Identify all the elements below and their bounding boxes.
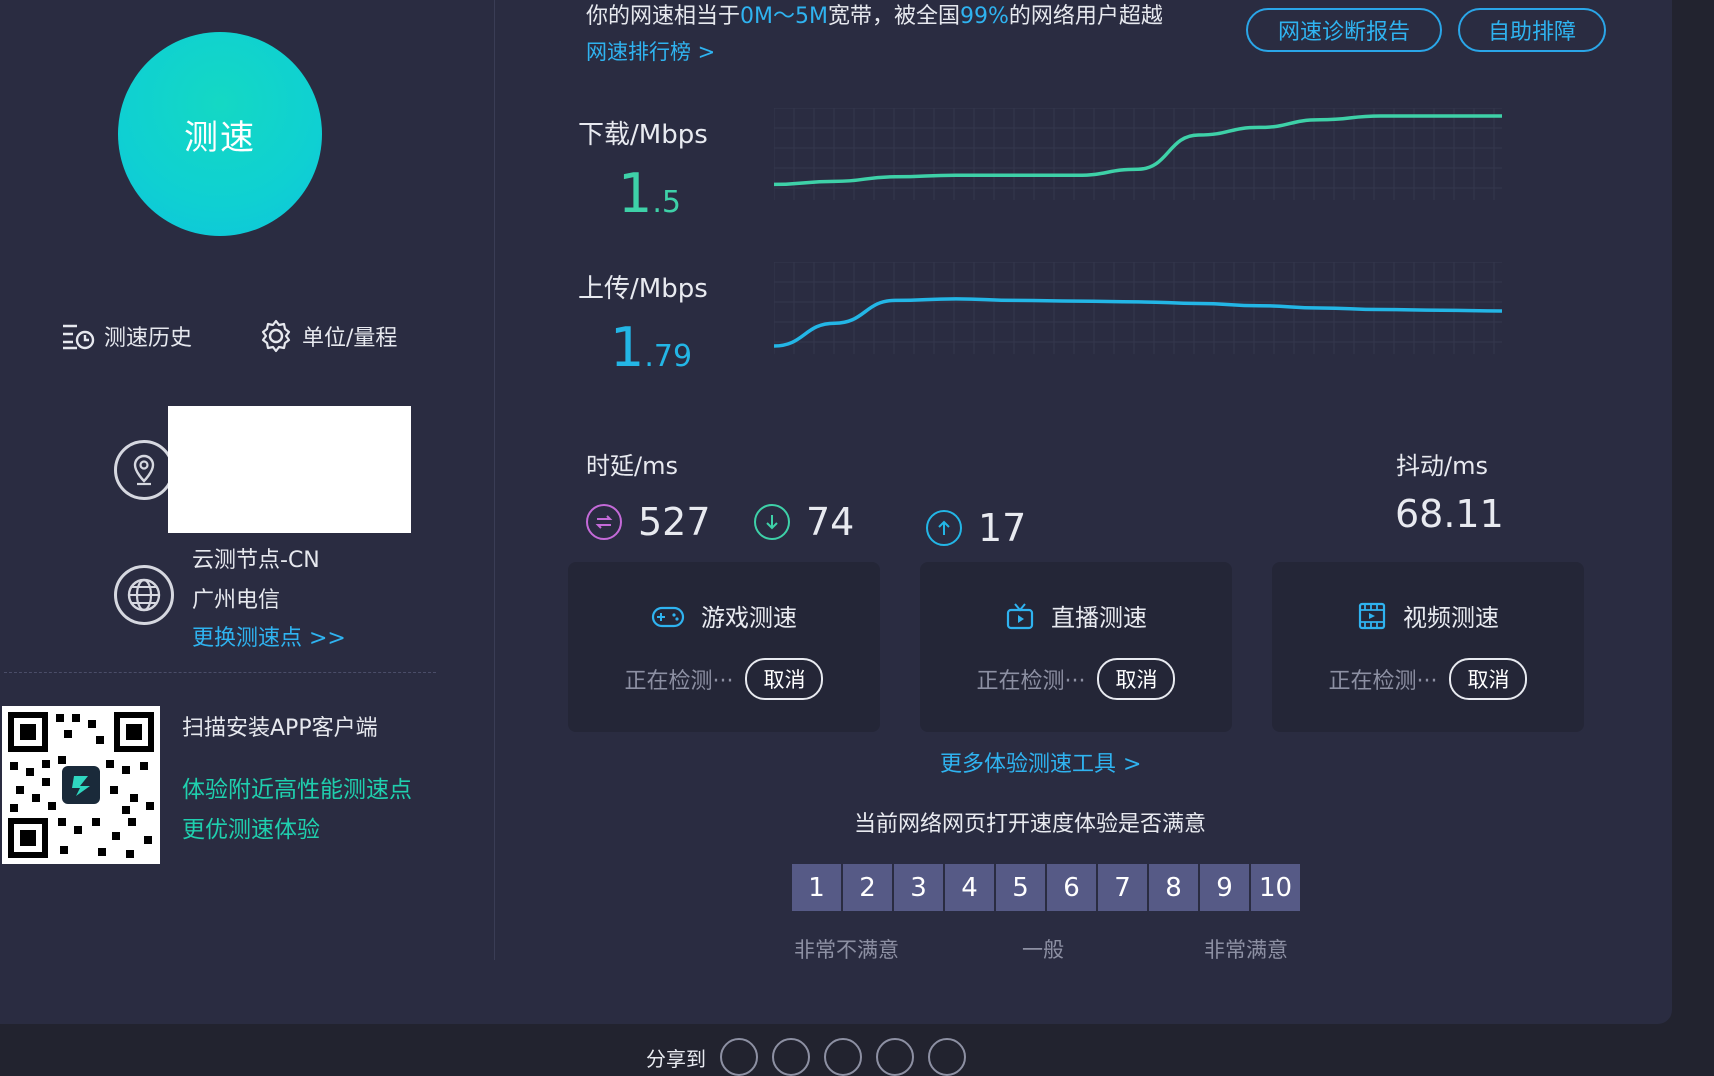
latency-label: 时延/ms	[586, 452, 678, 480]
tv-icon	[1006, 602, 1034, 629]
rating-option-8[interactable]: 8	[1149, 864, 1198, 911]
speed-ranking-text: 你的网速相当于0M～5M宽带，被全国99%的网络用户超越	[586, 4, 1163, 29]
globe-icon	[114, 565, 174, 625]
download-label: 下载/Mbps	[578, 120, 708, 150]
gear-icon	[261, 319, 291, 353]
app-test-status: 正在检测···	[976, 669, 1086, 694]
app-test-status: 正在检测···	[1328, 669, 1438, 694]
cancel-button[interactable]: 取消	[745, 658, 824, 700]
rating-scale: 1 2 3 4 5 6 7 8 9 10	[792, 864, 1300, 911]
copy-link-icon[interactable]	[928, 1038, 966, 1076]
rating-low-label: 非常不满意	[794, 938, 899, 962]
app-test-name: 游戏测速	[701, 604, 797, 632]
start-speed-test-button[interactable]: 测速	[118, 32, 322, 236]
column-divider	[494, 0, 495, 960]
rating-option-5[interactable]: 5	[996, 864, 1045, 911]
rating-option-1[interactable]: 1	[792, 864, 841, 911]
share-label: 分享到	[646, 1046, 706, 1071]
rating-option-4[interactable]: 4	[945, 864, 994, 911]
app-test-status: 正在检测···	[624, 669, 734, 694]
latency-upload-value: 17	[978, 506, 1027, 550]
change-node-link[interactable]: 更换测速点 >>	[192, 620, 346, 652]
speed-history-label: 测速历史	[104, 326, 193, 351]
rating-option-2[interactable]: 2	[843, 864, 892, 911]
node-name: 云测节点-CN	[192, 548, 320, 573]
rating-high-label: 非常满意	[1204, 938, 1288, 962]
exchange-icon	[586, 504, 622, 540]
latency-idle: 527	[586, 500, 711, 544]
survey-question: 当前网络网页打开速度体验是否满意	[854, 812, 1207, 837]
weibo-icon[interactable]	[772, 1038, 810, 1076]
qr-promo-line-2: 更优测速体验	[182, 817, 320, 843]
jitter-value: 68.11	[1395, 492, 1504, 536]
app-test-card-video: 视频测速 正在检测··· 取消	[1272, 562, 1584, 732]
more-tools-link[interactable]: 更多体验测速工具 >	[940, 746, 1141, 778]
diagnosis-report-button[interactable]: 网速诊断报告	[1246, 8, 1442, 52]
cancel-button[interactable]: 取消	[1097, 658, 1176, 700]
upload-label: 上传/Mbps	[578, 274, 708, 304]
latency-download: 74	[754, 500, 854, 544]
app-test-name: 直播测速	[1051, 604, 1147, 632]
redacted-location-box	[168, 406, 411, 533]
download-chart	[774, 108, 1502, 200]
unit-range-link[interactable]: 单位/量程	[258, 318, 397, 354]
left-divider	[4, 672, 436, 673]
unit-range-label: 单位/量程	[302, 326, 398, 351]
arrow-down-icon	[754, 504, 790, 540]
qzone-icon[interactable]	[876, 1038, 914, 1076]
history-icon	[63, 324, 95, 350]
rating-option-3[interactable]: 3	[894, 864, 943, 911]
download-chart-line	[774, 114, 1502, 187]
rating-option-10[interactable]: 10	[1251, 864, 1300, 911]
app-test-card-live: 直播测速 正在检测··· 取消	[920, 562, 1232, 732]
qr-promo-line-1: 体验附近高性能测速点	[182, 777, 412, 803]
share-bar: 分享到	[646, 1038, 966, 1076]
qq-icon[interactable]	[824, 1038, 862, 1076]
qr-title: 扫描安装APP客户端	[182, 716, 378, 741]
latency-download-value: 74	[806, 500, 855, 544]
upload-value: 1.79	[610, 316, 693, 379]
rating-option-6[interactable]: 6	[1047, 864, 1096, 911]
speed-history-link[interactable]: 测速历史	[60, 318, 192, 354]
self-troubleshoot-button[interactable]: 自助排障	[1458, 8, 1606, 52]
latency-upload: 17	[926, 506, 1026, 550]
arrow-up-icon	[926, 510, 962, 546]
jitter-label: 抖动/ms	[1396, 452, 1488, 480]
film-icon	[1358, 602, 1386, 629]
app-test-name: 视频测速	[1403, 604, 1499, 632]
app-test-card-game: 游戏测速 正在检测··· 取消	[568, 562, 880, 732]
main-panel: 测速 测速历史 单位/量程 云测节点-CN 广州电信 更换测速点 >> 扫描安装…	[0, 0, 1672, 1024]
rating-mid-label: 一般	[1022, 938, 1064, 962]
app-qr-code	[2, 706, 160, 864]
speed-ranking-link[interactable]: 网速排行榜 >	[586, 36, 715, 66]
rating-option-9[interactable]: 9	[1200, 864, 1249, 911]
latency-idle-value: 527	[638, 500, 711, 544]
wechat-icon[interactable]	[720, 1038, 758, 1076]
gamepad-icon	[651, 606, 685, 627]
upload-chart	[774, 262, 1502, 354]
location-pin-icon	[114, 440, 174, 500]
cancel-button[interactable]: 取消	[1449, 658, 1528, 700]
isp-name: 广州电信	[192, 588, 281, 613]
download-value: 1.5	[618, 162, 681, 225]
rating-option-7[interactable]: 7	[1098, 864, 1147, 911]
